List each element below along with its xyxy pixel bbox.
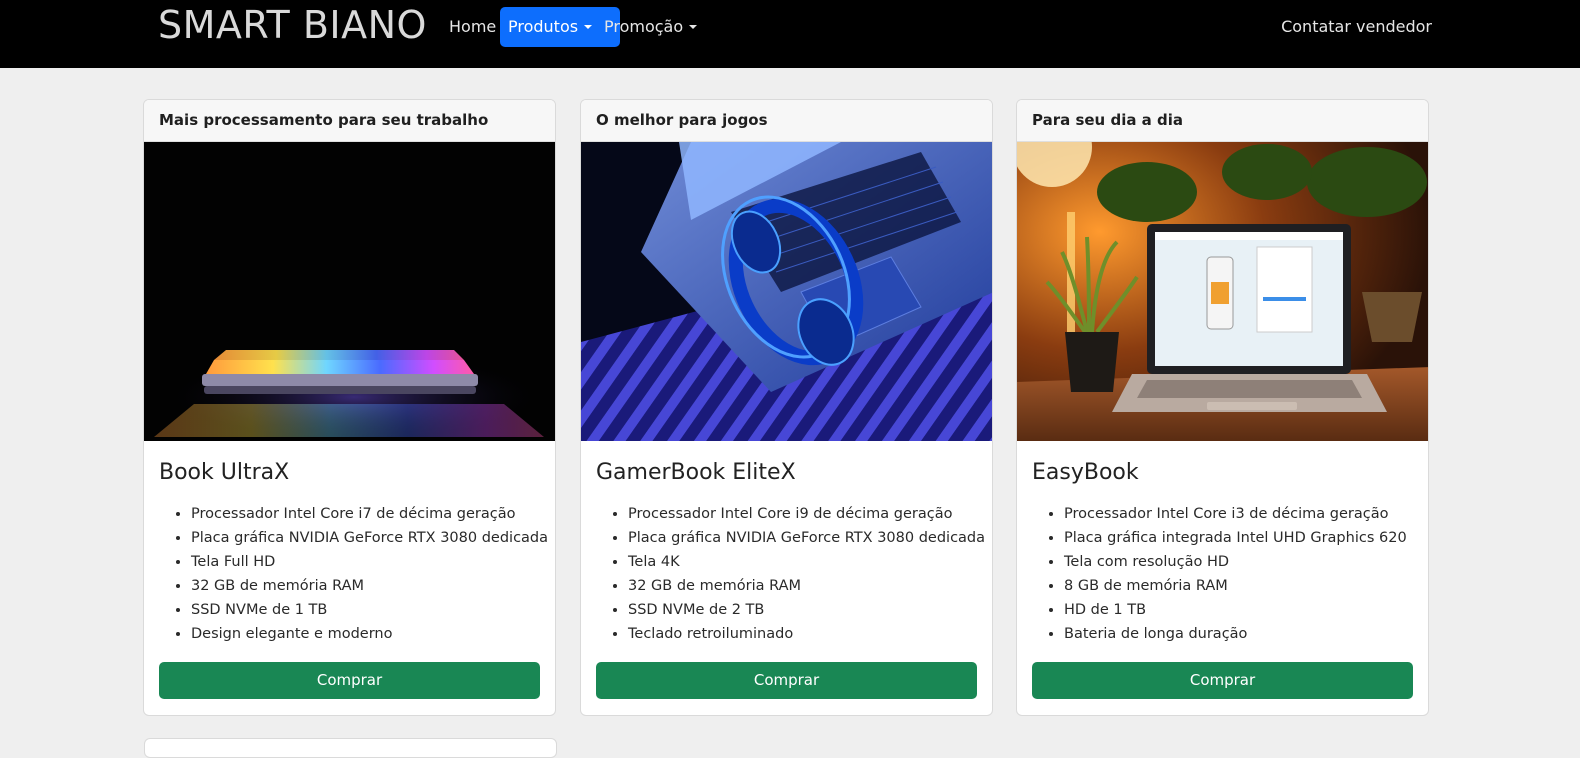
list-item: 32 GB de memória RAM	[628, 574, 977, 598]
nav-produtos-label: Produtos	[508, 17, 579, 36]
list-item: SSD NVMe de 2 TB	[628, 598, 977, 622]
nav-produtos-dropdown[interactable]: Produtos	[500, 7, 620, 47]
list-item: 8 GB de memória RAM	[1064, 574, 1413, 598]
list-item: Tela Full HD	[191, 550, 540, 574]
list-item: Placa gráfica NVIDIA GeForce RTX 3080 de…	[191, 526, 548, 550]
card-header: O melhor para jogos	[581, 100, 992, 142]
spec-list: Processador Intel Core i9 de décima gera…	[596, 502, 985, 646]
nav-promocao-label: Promoção	[604, 17, 684, 36]
buy-button[interactable]: Comprar	[159, 662, 540, 699]
card-header: Para seu dia a dia	[1017, 100, 1428, 142]
top-navbar: SMART BIANO Home Produtos Promoção Conta…	[0, 0, 1580, 68]
list-item: Bateria de longa duração	[1064, 622, 1413, 646]
list-item: Tela com resolução HD	[1064, 550, 1413, 574]
list-item: Placa gráfica NVIDIA GeForce RTX 3080 de…	[628, 526, 985, 550]
list-item: Processador Intel Core i7 de décima gera…	[191, 502, 540, 526]
caret-down-icon	[584, 25, 593, 29]
laptop-rainbow-image	[144, 142, 555, 441]
buy-button[interactable]: Comprar	[1032, 662, 1413, 699]
laptop-desk-image	[1017, 142, 1428, 441]
card-title: EasyBook	[1032, 460, 1139, 485]
product-card-easybook: Para seu dia a dia EasyBook • Processado…	[1016, 99, 1429, 716]
caret-down-icon	[689, 25, 698, 29]
product-card-book-ultrax: Mais processamento para seu trabalho Boo…	[143, 99, 556, 716]
nav-promocao-dropdown[interactable]: Promoção	[604, 7, 698, 47]
spec-list: Processador Intel Core i7 de décima gera…	[159, 502, 548, 646]
brand-logo[interactable]: SMART BIANO	[158, 2, 427, 48]
product-card-gamerbook-elitex: O melhor para jogos GamerBook EliteX • P…	[580, 99, 993, 716]
list-item: Processador Intel Core i3 de décima gera…	[1064, 502, 1413, 526]
contact-seller-link[interactable]: Contatar vendedor	[1281, 7, 1432, 47]
list-item: Processador Intel Core i9 de décima gera…	[628, 502, 977, 526]
buy-button[interactable]: Comprar	[596, 662, 977, 699]
list-item: Design elegante e moderno	[191, 622, 540, 646]
next-product-card-edge	[144, 738, 557, 758]
list-item: SSD NVMe de 1 TB	[191, 598, 540, 622]
list-item: Placa gráfica integrada Intel UHD Graphi…	[1064, 526, 1413, 550]
list-item: 32 GB de memória RAM	[191, 574, 540, 598]
card-title: Book UltraX	[159, 460, 290, 485]
spec-list: Processador Intel Core i3 de décima gera…	[1032, 502, 1413, 646]
card-header: Mais processamento para seu trabalho	[144, 100, 555, 142]
list-item: Tela 4K	[628, 550, 977, 574]
card-title: GamerBook EliteX	[596, 460, 796, 485]
list-item: HD de 1 TB	[1064, 598, 1413, 622]
nav-home-link[interactable]: Home	[449, 7, 496, 47]
list-item: Teclado retroiluminado	[628, 622, 977, 646]
laptop-headphones-image	[581, 142, 992, 441]
